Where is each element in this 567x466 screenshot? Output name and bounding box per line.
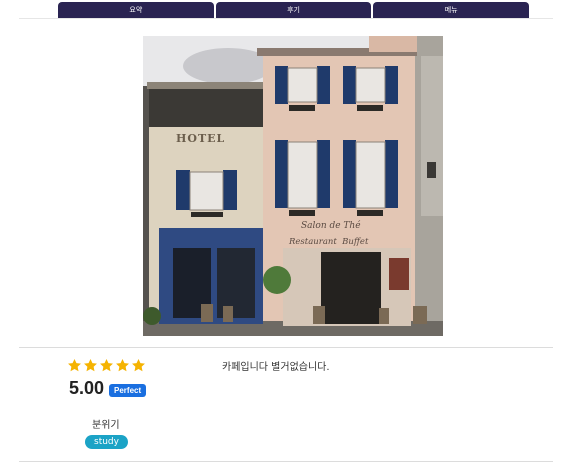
facade-details xyxy=(143,66,436,326)
star-icon xyxy=(84,358,97,372)
mood-label: 분위기 xyxy=(92,420,120,431)
rating-score: 5.00 xyxy=(69,378,105,398)
section-divider-top xyxy=(19,347,553,348)
tab-bar: 요약 후기 메뉴 xyxy=(58,2,530,18)
tab-reviews[interactable]: 후기 xyxy=(215,2,372,18)
rating-badge: Perfect xyxy=(109,384,147,397)
mood-tag[interactable]: study xyxy=(85,435,128,449)
review-text: 카페입니다 별거없습니다. xyxy=(222,362,330,373)
star-rating xyxy=(67,358,146,373)
section-divider-bottom xyxy=(19,461,553,462)
star-icon xyxy=(68,358,81,372)
tab-summary[interactable]: 요약 xyxy=(58,2,214,18)
star-icon xyxy=(116,358,129,372)
cafe-detail-page: 요약 후기 메뉴 HOTEL Salon de Thé Restaurant B… xyxy=(0,0,567,466)
tab-menu[interactable]: 메뉴 xyxy=(373,2,530,18)
tab-divider xyxy=(19,18,553,19)
star-icon xyxy=(132,358,145,372)
star-icon xyxy=(100,358,113,372)
cafe-photo: HOTEL Salon de Thé Restaurant Buffet xyxy=(143,36,443,336)
